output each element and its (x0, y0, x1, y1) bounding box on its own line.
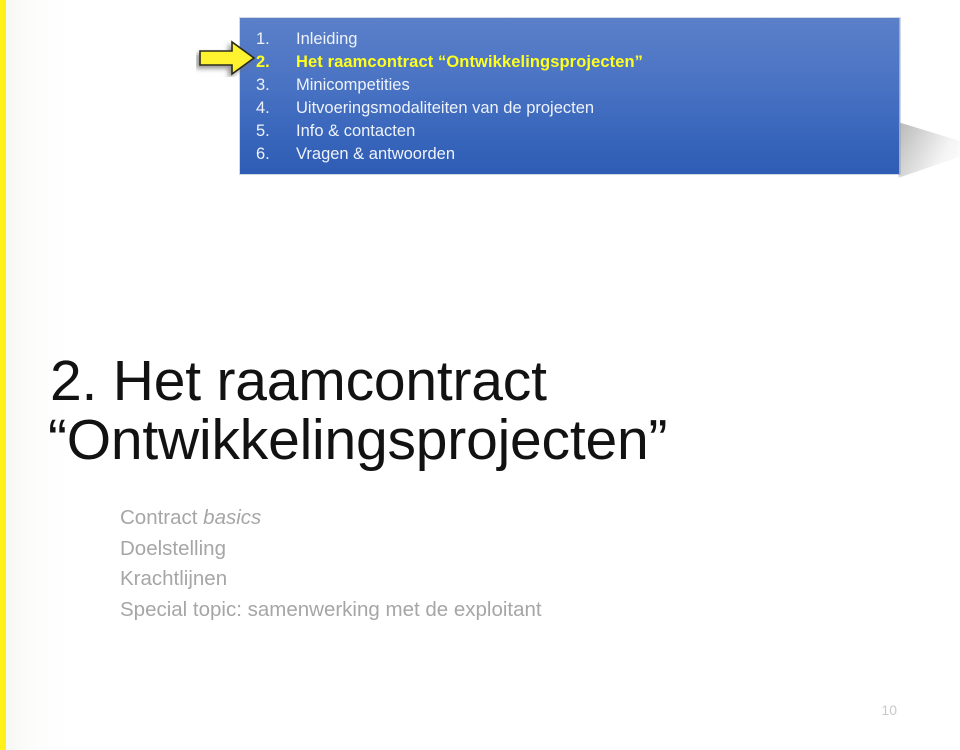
agenda-item-2[interactable]: 2. Het raamcontract “Ontwikkelingsprojec… (240, 51, 899, 74)
agenda-item-number: 6. (256, 145, 270, 163)
agenda-box-shadow (898, 122, 960, 178)
agenda-item-3[interactable]: 3. Minicompetities (240, 74, 899, 97)
agenda-item-number: 3. (256, 76, 270, 94)
agenda-item-4[interactable]: 4. Uitvoeringsmodaliteiten van de projec… (240, 97, 899, 120)
subtopic-item-3: Krachtlijnen (120, 564, 542, 595)
subtopic-item-4: Special topic: samenwerking met de explo… (120, 595, 542, 626)
agenda-item-label: Het raamcontract “Ontwikkelingsprojecten… (296, 53, 644, 71)
subtopic-text-italic: basics (203, 506, 262, 529)
agenda-item-number: 4. (256, 99, 270, 117)
page-title-line-1: 2. Het raamcontract (50, 349, 547, 413)
page-number: 10 (881, 702, 897, 718)
subtopic-text: Contract (120, 506, 204, 529)
subtopic-list: Contract basics Doelstelling Krachtlijne… (120, 503, 542, 625)
subtopic-text: Special topic: samenwerking met de explo… (120, 597, 542, 621)
agenda-item-1[interactable]: 1. Inleiding (240, 28, 899, 51)
right-arrow-icon (196, 39, 258, 77)
subtopic-item-2: Doelstelling (120, 534, 542, 565)
subtopic-text: Doelstelling (120, 536, 226, 560)
agenda-item-label: Uitvoeringsmodaliteiten van de projecten (296, 99, 595, 117)
agenda-box: 1. Inleiding 2. Het raamcontract “Ontwik… (240, 18, 900, 174)
subtopic-item-1: Contract basics (120, 503, 542, 534)
agenda-box-wrapper: 1. Inleiding 2. Het raamcontract “Ontwik… (240, 18, 960, 178)
agenda-item-label: Inleiding (296, 30, 358, 48)
agenda-item-label: Minicompetities (296, 76, 410, 94)
page-title-line-2: “Ontwikkelingsprojecten” (48, 408, 668, 472)
subtopic-text: Krachtlijnen (120, 567, 228, 590)
slide-canvas: 1. Inleiding 2. Het raamcontract “Ontwik… (0, 0, 960, 750)
agenda-item-6[interactable]: 6. Vragen & antwoorden (240, 143, 899, 166)
page-title: 2. Het raamcontract “Ontwikkelingsprojec… (48, 352, 928, 470)
left-accent-stripe (0, 0, 6, 750)
agenda-item-number: 5. (256, 122, 270, 140)
agenda-list: 1. Inleiding 2. Het raamcontract “Ontwik… (240, 28, 899, 166)
agenda-item-5[interactable]: 5. Info & contacten (240, 120, 899, 143)
agenda-item-label: Info & contacten (296, 122, 416, 140)
agenda-item-label: Vragen & antwoorden (296, 145, 455, 163)
